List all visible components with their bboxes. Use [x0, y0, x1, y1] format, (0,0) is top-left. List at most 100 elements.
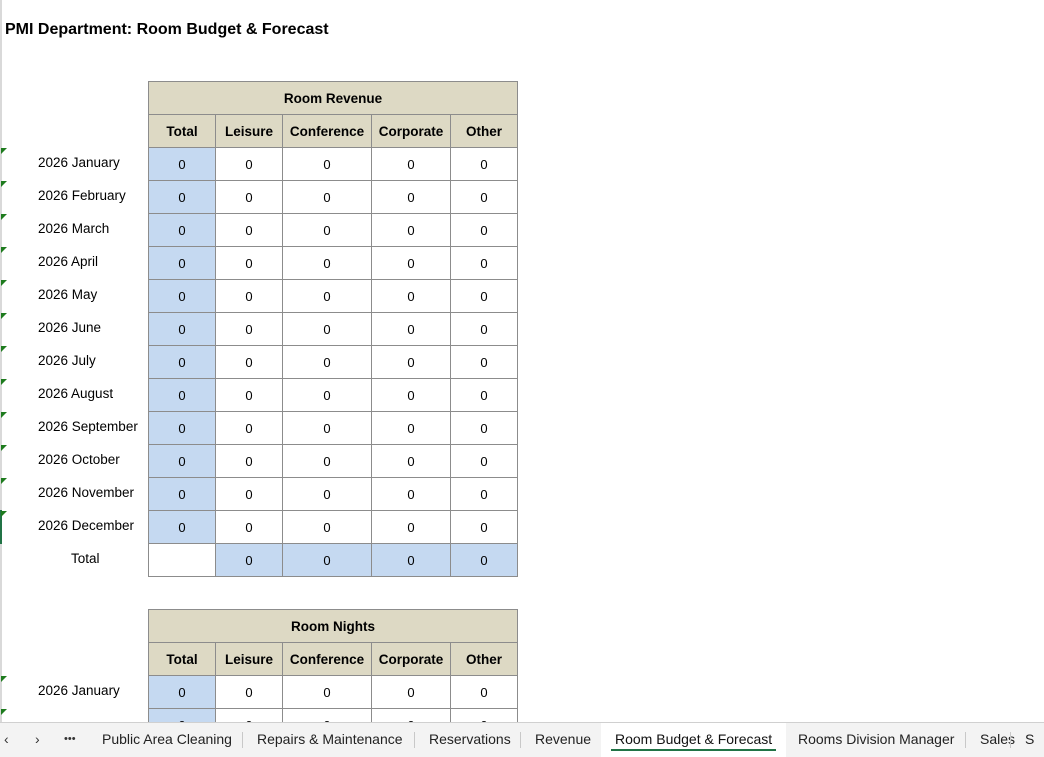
table-cell[interactable]: 0 — [371, 477, 451, 511]
table-cell[interactable]: 0 — [371, 213, 451, 247]
sheet-tab[interactable]: Reservations — [415, 723, 525, 757]
more-sheets-button[interactable]: ••• — [64, 723, 76, 757]
table-cell[interactable]: 0 — [450, 411, 518, 445]
table-cell[interactable]: 0 — [450, 246, 518, 280]
table-cell[interactable]: 0 — [148, 312, 216, 346]
table-cell[interactable]: 0 — [215, 213, 283, 247]
table-cell[interactable]: 0 — [215, 378, 283, 412]
chevron-right-icon[interactable]: › — [35, 723, 40, 757]
table-cell[interactable]: 0 — [371, 411, 451, 445]
table-cell[interactable]: 0 — [282, 543, 372, 577]
sheet-tab[interactable]: S — [1011, 723, 1044, 757]
table-cell[interactable]: 0 — [450, 279, 518, 313]
table-row: 00000 — [148, 180, 518, 214]
table-cell[interactable]: 0 — [282, 510, 372, 544]
row-label: 2026 November — [38, 485, 135, 500]
table-cell[interactable]: 0 — [371, 378, 451, 412]
table-cell[interactable]: 0 — [371, 246, 451, 280]
table-cell[interactable]: 0 — [450, 444, 518, 478]
table-cell[interactable]: 0 — [450, 345, 518, 379]
table-cell[interactable]: 0 — [371, 543, 451, 577]
table-cell[interactable]: 0 — [282, 345, 372, 379]
error-indicator-icon — [1, 709, 7, 715]
table-cell[interactable]: 0 — [148, 279, 216, 313]
table-row: 00000 — [148, 213, 518, 247]
error-indicator-icon — [1, 280, 7, 286]
table-cell[interactable]: 0 — [371, 312, 451, 346]
table-cell[interactable]: 0 — [450, 477, 518, 511]
table-cell[interactable]: 0 — [148, 411, 216, 445]
table-cell[interactable]: 0 — [148, 147, 216, 181]
table-cell[interactable]: 0 — [282, 246, 372, 280]
table-cell[interactable]: 0 — [282, 411, 372, 445]
error-indicator-icon — [1, 214, 7, 220]
sheet-tab[interactable]: Rooms Division Manager — [784, 723, 968, 757]
table-cell[interactable]: 0 — [282, 312, 372, 346]
table-cell[interactable]: 0 — [282, 477, 372, 511]
table-cell[interactable]: 0 — [215, 510, 283, 544]
table-cell[interactable]: 0 — [148, 213, 216, 247]
table-cell[interactable]: 0 — [282, 378, 372, 412]
table-cell[interactable]: 0 — [450, 543, 518, 577]
row-label: 2026 January — [38, 155, 120, 170]
table-cell[interactable]: 0 — [450, 180, 518, 214]
table-cell[interactable]: 0 — [450, 675, 518, 709]
table-cell[interactable]: 0 — [215, 246, 283, 280]
table-cell[interactable]: 0 — [282, 213, 372, 247]
table-row: 00000 — [148, 147, 518, 181]
table-row: 00000 — [148, 510, 518, 544]
table-cell[interactable]: 0 — [148, 180, 216, 214]
column-header-leisure: Leisure — [215, 114, 283, 148]
table-cell[interactable]: 0 — [371, 180, 451, 214]
table-title: Room Nights — [148, 609, 518, 643]
table-cell[interactable]: 0 — [215, 180, 283, 214]
table-cell[interactable]: 0 — [282, 444, 372, 478]
table-cell[interactable]: 0 — [450, 510, 518, 544]
table-cell[interactable]: 0 — [148, 378, 216, 412]
table-cell[interactable]: 0 — [371, 510, 451, 544]
table-cell[interactable]: 0 — [450, 147, 518, 181]
table-cell[interactable]: 0 — [282, 279, 372, 313]
table-cell[interactable]: 0 — [148, 477, 216, 511]
table-cell[interactable]: 0 — [371, 675, 451, 709]
table-cell[interactable]: 0 — [371, 147, 451, 181]
error-indicator-icon — [1, 379, 7, 385]
table-cell[interactable]: 0 — [148, 345, 216, 379]
table-cell[interactable]: 0 — [371, 444, 451, 478]
sheet-tab[interactable]: Public Area Cleaning — [88, 723, 246, 757]
table-cell[interactable]: 0 — [215, 411, 283, 445]
table-cell[interactable]: 0 — [215, 477, 283, 511]
table-cell[interactable]: 0 — [282, 147, 372, 181]
table-cell[interactable]: 0 — [282, 675, 372, 709]
table-cell[interactable]: 0 — [148, 246, 216, 280]
table-cell[interactable]: 0 — [371, 345, 451, 379]
row-label: 2026 July — [38, 353, 96, 368]
sheet-tab[interactable]: Room Budget & Forecast — [601, 723, 787, 757]
table-cell[interactable]: 0 — [215, 444, 283, 478]
table-cell[interactable]: 0 — [215, 147, 283, 181]
row-label: 2026 June — [38, 320, 102, 335]
table-cell[interactable]: 0 — [215, 312, 283, 346]
table-cell[interactable]: 0 — [148, 675, 216, 709]
table-row: 00000 — [148, 246, 518, 280]
column-header-total: Total — [148, 642, 216, 676]
table-cell[interactable]: 0 — [215, 675, 283, 709]
chevron-left-icon[interactable]: ‹ — [4, 723, 9, 757]
table-cell[interactable]: 0 — [282, 180, 372, 214]
column-header-leisure: Leisure — [215, 642, 283, 676]
table-cell[interactable]: 0 — [148, 444, 216, 478]
table-cell[interactable]: 0 — [215, 345, 283, 379]
table-cell[interactable]: 0 — [215, 543, 283, 577]
sheet-tab-label: Room Budget & Forecast — [615, 731, 773, 747]
table-cell[interactable] — [148, 543, 216, 577]
sheet-tab-label: Revenue — [535, 731, 592, 747]
sheet-tab[interactable]: Revenue — [521, 723, 605, 757]
table-cell[interactable]: 0 — [450, 312, 518, 346]
table-cell[interactable]: 0 — [450, 378, 518, 412]
table-cell[interactable]: 0 — [450, 213, 518, 247]
table-cell[interactable]: 0 — [148, 510, 216, 544]
sheet-tab-label: Reservations — [429, 731, 511, 747]
table-cell[interactable]: 0 — [215, 279, 283, 313]
sheet-tab[interactable]: Repairs & Maintenance — [243, 723, 417, 757]
table-cell[interactable]: 0 — [371, 279, 451, 313]
